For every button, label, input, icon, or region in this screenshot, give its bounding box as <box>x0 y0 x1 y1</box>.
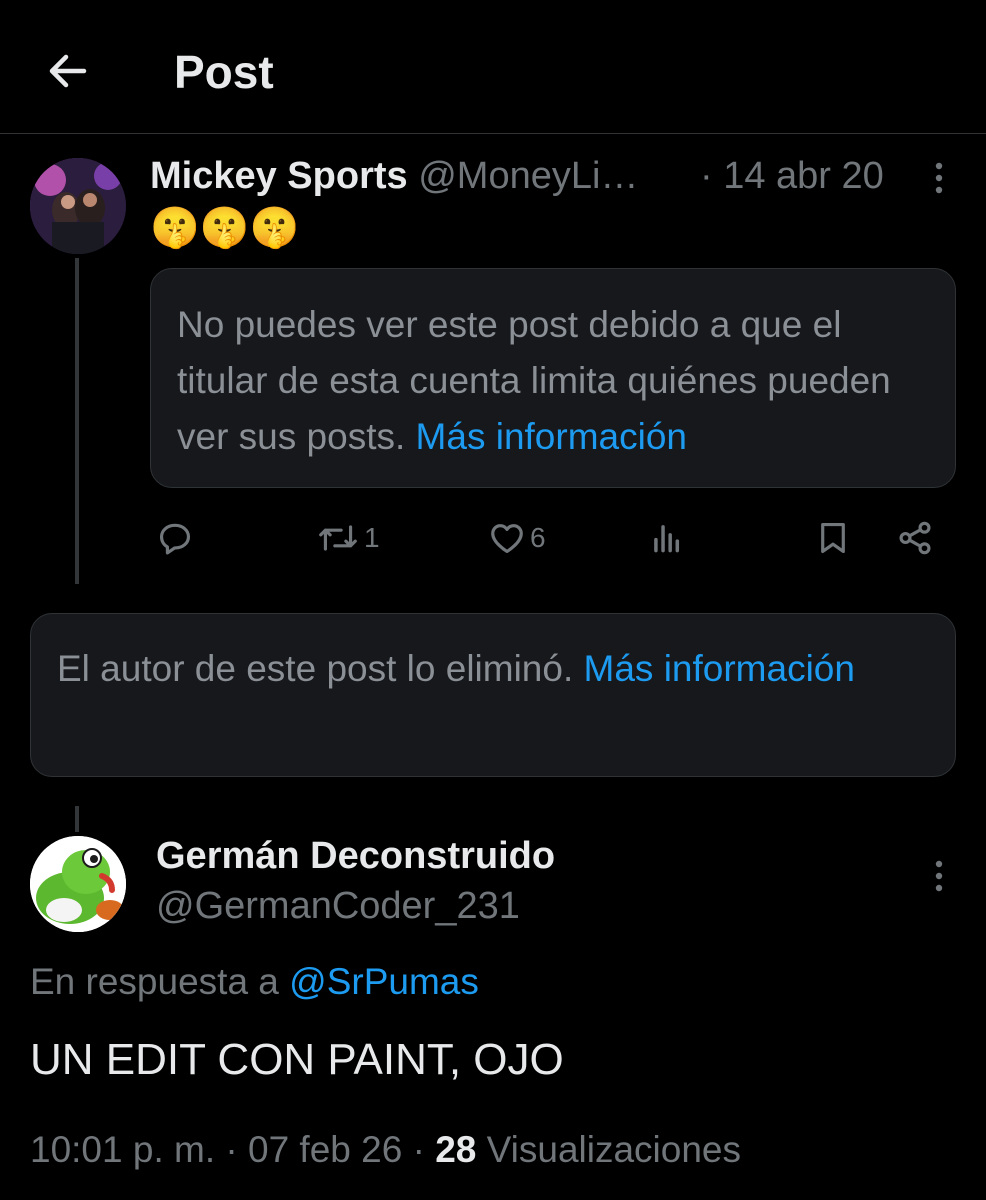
share-button[interactable] <box>896 518 934 558</box>
display-name[interactable]: Mickey Sports <box>150 155 408 197</box>
repost-icon <box>319 525 357 551</box>
bookmark-icon <box>821 522 845 554</box>
arrow-left-icon <box>49 54 87 88</box>
deleted-post-notice: El autor de este post lo eliminó. Más in… <box>30 613 956 777</box>
avatar[interactable] <box>30 836 126 932</box>
avatar-photo <box>30 158 126 254</box>
views-count[interactable]: 28 <box>435 1129 476 1170</box>
display-name[interactable]: Germán Deconstruido <box>156 832 555 880</box>
thread-line <box>75 258 79 584</box>
more-vertical-icon <box>935 860 943 892</box>
restricted-post-notice: No puedes ver este post debido a que el … <box>150 268 956 488</box>
post-author[interactable]: Mickey Sports @MoneyLi… <box>150 152 638 200</box>
more-info-link[interactable]: Más información <box>416 416 687 457</box>
post-date[interactable]: 07 feb 26 <box>248 1129 402 1170</box>
reply-icon <box>159 523 191 555</box>
bookmark-button[interactable] <box>814 518 852 558</box>
avatar[interactable] <box>30 158 126 254</box>
page-title: Post <box>174 46 274 98</box>
more-vertical-icon <box>935 162 943 194</box>
thread-line <box>75 806 79 832</box>
analytics-icon <box>654 525 680 553</box>
share-icon <box>899 521 931 555</box>
more-options-button[interactable] <box>926 856 952 896</box>
views-button[interactable] <box>648 518 690 558</box>
post-date[interactable]: · 14 abr 20 <box>700 152 884 200</box>
views-label[interactable]: Visualizaciones <box>487 1129 741 1170</box>
separator-dot: · <box>412 1129 425 1170</box>
user-handle[interactable]: @MoneyLi… <box>418 155 638 197</box>
post-text: 🤫🤫🤫 <box>150 206 300 250</box>
heart-icon <box>491 524 523 554</box>
reply-to-handle-link[interactable]: @SrPumas <box>289 961 479 1002</box>
reply-context: En respuesta a @SrPumas <box>30 956 479 1008</box>
reply-to-label: En respuesta a <box>30 961 279 1002</box>
post-text: UN EDIT CON PAINT, OJO <box>30 1035 564 1084</box>
user-handle[interactable]: @GermanCoder_231 <box>156 882 520 930</box>
post-time[interactable]: 10:01 p. m. <box>30 1129 215 1170</box>
repost-count: 1 <box>364 522 380 553</box>
yoshi-avatar-image <box>30 836 126 932</box>
notice-text: El autor de este post lo eliminó. <box>57 648 574 689</box>
more-options-button[interactable] <box>926 158 952 198</box>
repost-button[interactable]: 1 <box>316 518 380 558</box>
reply-button[interactable] <box>156 518 198 558</box>
separator-dot: · <box>225 1129 238 1170</box>
back-button[interactable] <box>44 48 90 94</box>
top-bar: Post <box>0 0 986 134</box>
like-count: 6 <box>530 522 546 553</box>
post-metadata: 10:01 p. m. · 07 feb 26 · 28 Visualizaci… <box>30 1124 741 1176</box>
more-info-link[interactable]: Más información <box>584 648 855 689</box>
like-button[interactable]: 6 <box>488 518 546 558</box>
